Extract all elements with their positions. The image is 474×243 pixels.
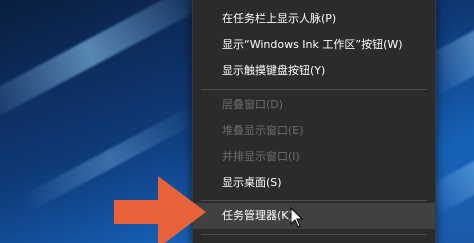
arrow-right-icon	[114, 176, 206, 243]
taskbar-context-menu: 在任务栏上显示人脉(P) 显示“Windows Ink 工作区”按钮(W) 显示…	[192, 0, 436, 243]
menu-item-show-people[interactable]: 在任务栏上显示人脉(P)	[193, 6, 435, 32]
menu-item-side-by-side-windows: 并排显示窗口(I)	[222, 150, 300, 163]
menu-separator	[201, 89, 427, 90]
arrow-cursor-icon	[290, 207, 304, 228]
menu-item-task-manager[interactable]: 任务管理器(K)	[193, 203, 435, 229]
menu-separator	[201, 234, 427, 235]
menu-separator	[201, 200, 427, 201]
menu-item-show-desktop[interactable]: 显示桌面(S)	[193, 170, 435, 196]
menu-item-show-touch-keyboard[interactable]: 显示触摸键盘按钮(Y)	[193, 58, 435, 84]
menu-item-stack-windows: 堆叠显示窗口(E)	[222, 124, 304, 137]
desktop-background: 在任务栏上显示人脉(P) 显示“Windows Ink 工作区”按钮(W) 显示…	[0, 0, 474, 243]
wallpaper-light-streak	[0, 0, 211, 126]
menu-item-cascade-windows: 层叠窗口(D)	[222, 98, 284, 111]
menu-item-show-windows-ink[interactable]: 显示“Windows Ink 工作区”按钮(W)	[193, 32, 435, 58]
